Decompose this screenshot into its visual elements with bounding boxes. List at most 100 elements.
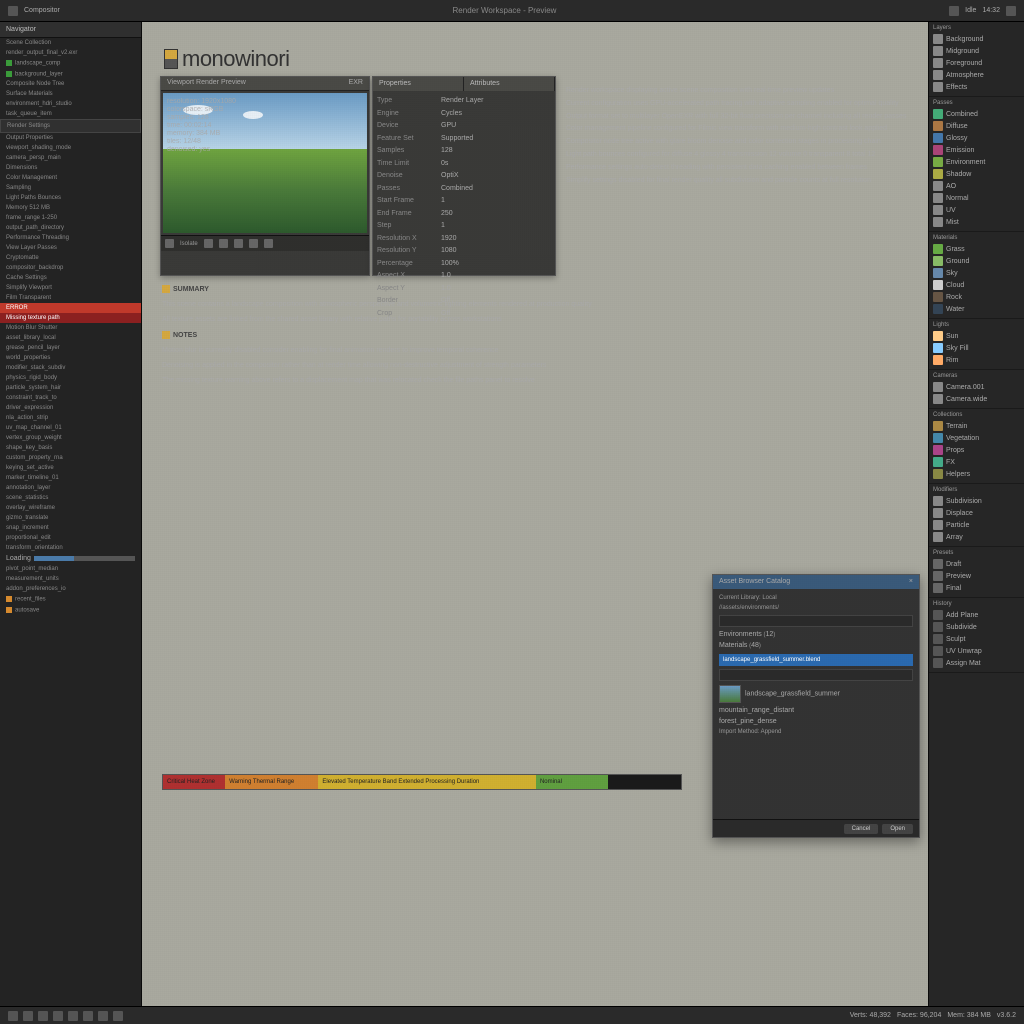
sidebar-item[interactable]: Render Settings bbox=[0, 119, 141, 133]
sidebar-item[interactable]: marker_timeline_01 bbox=[0, 473, 141, 483]
sidebar-item[interactable]: Output Properties bbox=[0, 133, 141, 143]
panel-item[interactable]: Final bbox=[933, 582, 1020, 594]
sidebar-item[interactable]: physics_rigid_body bbox=[0, 373, 141, 383]
panel-item[interactable]: Environment bbox=[933, 156, 1020, 168]
sidebar-item[interactable]: recent_files bbox=[0, 594, 141, 605]
panel-item[interactable]: UV bbox=[933, 204, 1020, 216]
sidebar-item[interactable]: Composite Node Tree bbox=[0, 79, 141, 89]
grid-icon[interactable] bbox=[8, 1011, 18, 1021]
panel-item[interactable]: Props bbox=[933, 444, 1020, 456]
sidebar-item[interactable]: frame_range 1-250 bbox=[0, 213, 141, 223]
panel-item[interactable]: Ground bbox=[933, 255, 1020, 267]
sidebar-item[interactable]: scene_statistics bbox=[0, 493, 141, 503]
sidebar-item[interactable]: driver_expression bbox=[0, 403, 141, 413]
sidebar-item[interactable]: Cryptomatte bbox=[0, 253, 141, 263]
snap-icon[interactable] bbox=[23, 1011, 33, 1021]
section-header[interactable]: Materials bbox=[933, 235, 1020, 241]
sidebar-item[interactable]: ERROR bbox=[0, 303, 141, 313]
sidebar-item[interactable]: Scene Collection bbox=[0, 38, 141, 48]
panel-item[interactable]: AO bbox=[933, 180, 1020, 192]
panel-item[interactable]: Sculpt bbox=[933, 633, 1020, 645]
panel-item[interactable]: Sky Fill bbox=[933, 342, 1020, 354]
panel-item[interactable]: UV Unwrap bbox=[933, 645, 1020, 657]
sidebar-item[interactable]: Dimensions bbox=[0, 163, 141, 173]
tool-move-icon[interactable] bbox=[204, 239, 213, 248]
tool-annotate-icon[interactable] bbox=[264, 239, 273, 248]
panel-item[interactable]: Cloud bbox=[933, 279, 1020, 291]
sidebar-item[interactable]: gizmo_translate bbox=[0, 513, 141, 523]
open-button[interactable]: Open bbox=[882, 824, 913, 834]
section-header[interactable]: Cameras bbox=[933, 373, 1020, 379]
sidebar-item[interactable]: modifier_stack_subdiv bbox=[0, 363, 141, 373]
sidebar-item[interactable]: landscape_comp bbox=[0, 58, 141, 69]
panel-item[interactable]: Emission bbox=[933, 144, 1020, 156]
section-header[interactable]: Layers bbox=[933, 25, 1020, 31]
panel-item[interactable]: Sun bbox=[933, 330, 1020, 342]
sidebar-item[interactable]: Surface Materials bbox=[0, 89, 141, 99]
panel-item[interactable]: Midground bbox=[933, 45, 1020, 57]
panel-item[interactable]: Glossy bbox=[933, 132, 1020, 144]
preview-image[interactable]: resolution: 1920x1080colorspace: sRGBsam… bbox=[163, 93, 367, 233]
sidebar-item[interactable]: viewport_shading_mode bbox=[0, 143, 141, 153]
sidebar-item[interactable]: addon_preferences_io bbox=[0, 584, 141, 594]
section-header[interactable]: History bbox=[933, 601, 1020, 607]
panel-item[interactable]: Vegetation bbox=[933, 432, 1020, 444]
sidebar-item[interactable]: constraint_track_to bbox=[0, 393, 141, 403]
sidebar-item[interactable]: Missing texture path bbox=[0, 313, 141, 323]
panel-item[interactable]: Atmosphere bbox=[933, 69, 1020, 81]
tool-scale-icon[interactable] bbox=[234, 239, 243, 248]
panel-item[interactable]: Grass bbox=[933, 243, 1020, 255]
panel-item[interactable]: Camera.wide bbox=[933, 393, 1020, 405]
section-header[interactable]: Modifiers bbox=[933, 487, 1020, 493]
close-icon[interactable]: × bbox=[909, 578, 913, 586]
sidebar-item[interactable]: nla_action_strip bbox=[0, 413, 141, 423]
panel-item[interactable]: Combined bbox=[933, 108, 1020, 120]
panel-item[interactable]: Preview bbox=[933, 570, 1020, 582]
render-icon[interactable] bbox=[113, 1011, 123, 1021]
search-input[interactable] bbox=[719, 615, 913, 627]
group-environments[interactable]: Environments (12) bbox=[719, 629, 913, 640]
asset-item[interactable]: landscape_grassfield_summer bbox=[719, 683, 913, 705]
asset-item[interactable]: mountain_range_distant bbox=[719, 705, 913, 716]
sidebar-item[interactable]: Simplify Viewport bbox=[0, 283, 141, 293]
sidebar-item[interactable]: Sampling bbox=[0, 183, 141, 193]
sidebar-item[interactable]: task_queue_item bbox=[0, 109, 141, 119]
sidebar-item[interactable]: Film Transparent bbox=[0, 293, 141, 303]
section-header[interactable]: Lights bbox=[933, 322, 1020, 328]
sidebar-item[interactable]: Color Management bbox=[0, 173, 141, 183]
sidebar-item[interactable]: proportional_edit bbox=[0, 533, 141, 543]
panel-item[interactable]: Camera.001 bbox=[933, 381, 1020, 393]
sidebar-item[interactable]: annotation_layer bbox=[0, 483, 141, 493]
panel-item[interactable]: Rim bbox=[933, 354, 1020, 366]
section-header[interactable]: Passes bbox=[933, 100, 1020, 106]
settings-icon[interactable] bbox=[1006, 6, 1016, 16]
panel-item[interactable]: Add Plane bbox=[933, 609, 1020, 621]
sidebar-item[interactable]: Loading bbox=[0, 553, 141, 564]
orient-icon[interactable] bbox=[68, 1011, 78, 1021]
sidebar-item[interactable]: background_layer bbox=[0, 69, 141, 80]
pivot-icon[interactable] bbox=[53, 1011, 63, 1021]
panel-item[interactable]: Normal bbox=[933, 192, 1020, 204]
sidebar-item[interactable]: uv_map_channel_01 bbox=[0, 423, 141, 433]
tool-measure-icon[interactable] bbox=[249, 239, 258, 248]
panel-item[interactable]: Displace bbox=[933, 507, 1020, 519]
panel-item[interactable]: Sky bbox=[933, 267, 1020, 279]
sidebar-item[interactable]: transform_orientation bbox=[0, 543, 141, 553]
asset-item[interactable]: forest_pine_dense bbox=[719, 716, 913, 727]
notification-icon[interactable] bbox=[949, 6, 959, 16]
section-header[interactable]: Collections bbox=[933, 412, 1020, 418]
layer-icon[interactable] bbox=[98, 1011, 108, 1021]
panel-item[interactable]: Rock bbox=[933, 291, 1020, 303]
sidebar-item[interactable]: snap_increment bbox=[0, 523, 141, 533]
preview-header[interactable]: Viewport Render Preview EXR bbox=[161, 77, 369, 91]
sidebar-item[interactable]: Performance Threading bbox=[0, 233, 141, 243]
panel-item[interactable]: Assign Mat bbox=[933, 657, 1020, 669]
sidebar-item[interactable]: compositor_backdrop bbox=[0, 263, 141, 273]
sidebar-item[interactable]: pivot_point_median bbox=[0, 564, 141, 574]
sidebar-item[interactable]: output_path_directory bbox=[0, 223, 141, 233]
panel-item[interactable]: Helpers bbox=[933, 468, 1020, 480]
cancel-button[interactable]: Cancel bbox=[844, 824, 879, 834]
sidebar-item[interactable]: overlay_wireframe bbox=[0, 503, 141, 513]
sidebar-item[interactable]: Memory 512 MB bbox=[0, 203, 141, 213]
popup-header[interactable]: Asset Browser Catalog × bbox=[713, 575, 919, 589]
